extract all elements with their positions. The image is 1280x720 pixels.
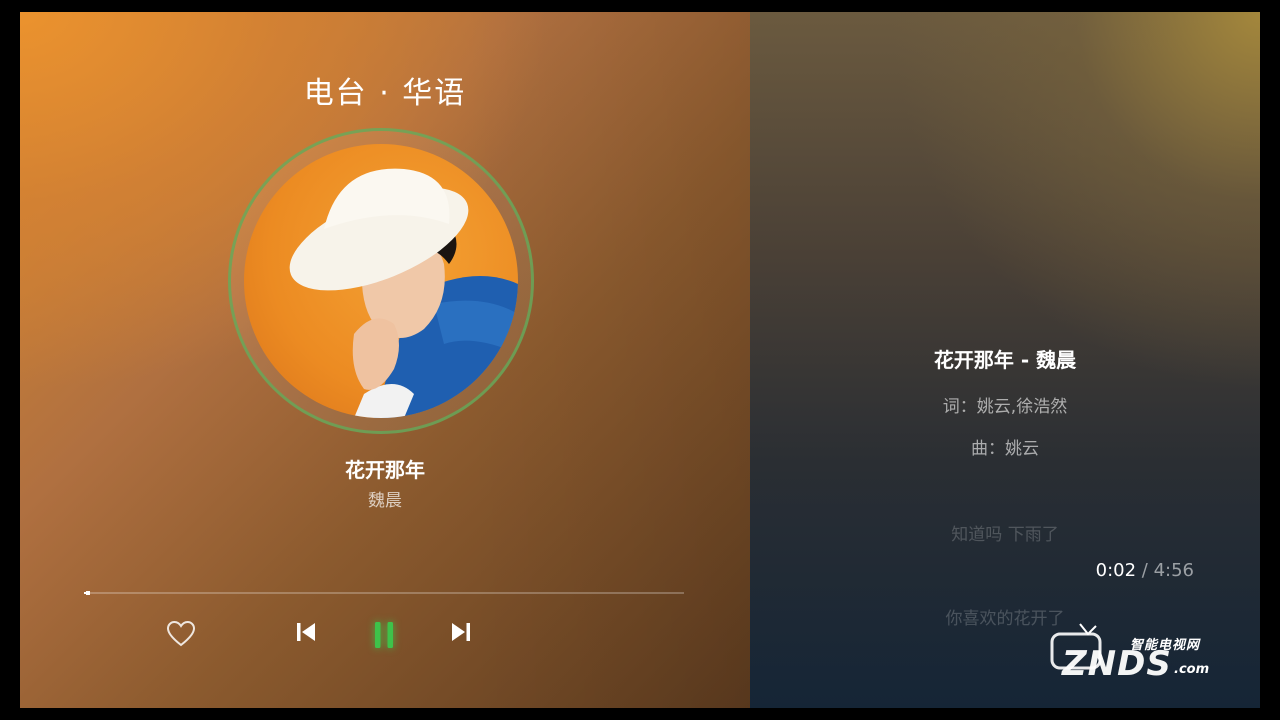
song-title: 花开那年 [345,458,425,482]
skip-previous-icon [297,623,315,641]
progress-handle[interactable] [86,591,91,595]
heart-icon [166,620,196,647]
znds-watermark: 智能电视网 ZNDS .com [1046,620,1246,684]
pause-button[interactable] [367,618,401,652]
watermark-suffix: .com [1174,662,1210,677]
previous-track-button[interactable] [292,618,320,646]
album-cover-art [289,168,518,418]
album-cover [244,144,518,418]
player-screen: 电台 · 华语 花开那年 魏晨 0:02 / 4:56 花开那年 - 魏晨 词：… [20,12,1260,708]
lyric-line: 曲：姚云 [971,439,1039,459]
next-track-button[interactable] [447,618,475,646]
lyrics-view: 花开那年 - 魏晨 词：姚云,徐浩然 曲：姚云 知道吗 下雨了 你喜欢的花开了 [750,12,1260,708]
progress-bar[interactable] [84,591,684,595]
lyrics-header: 花开那年 - 魏晨 [933,348,1077,372]
lyric-line: 词：姚云,徐浩然 [942,397,1068,417]
watermark-brand: ZNDS [1062,644,1172,684]
skip-next-icon [452,623,470,641]
artist-name: 魏晨 [368,491,402,511]
pause-icon [375,622,393,648]
lyric-line: 知道吗 下雨了 [951,525,1059,545]
like-button[interactable] [165,618,197,650]
station-title: 电台 · 华语 [303,76,467,111]
